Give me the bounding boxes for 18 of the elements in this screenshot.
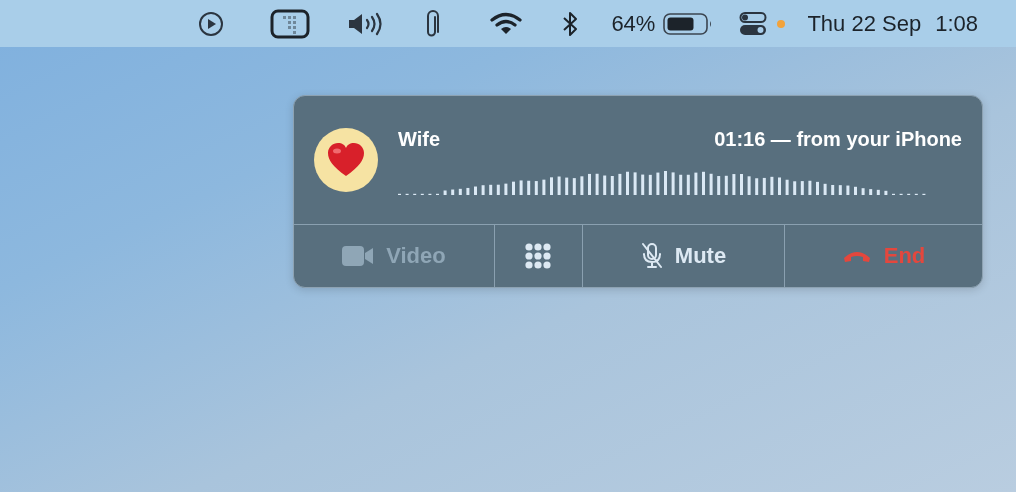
paperclip-icon[interactable] <box>425 8 442 39</box>
control-center-icon[interactable] <box>739 9 768 38</box>
grid-icon[interactable] <box>270 8 311 39</box>
keypad-icon <box>525 242 552 270</box>
menu-bar-time[interactable]: 1:08 <box>935 10 978 37</box>
battery-percentage: 64% <box>611 10 656 37</box>
caller-name: Wife <box>398 128 441 151</box>
bluetooth-icon[interactable] <box>561 9 580 38</box>
video-camera-icon <box>342 246 375 266</box>
wifi-icon[interactable] <box>489 10 524 37</box>
battery-icon[interactable] <box>663 11 714 36</box>
muted-microphone-icon <box>640 242 663 270</box>
play-icon[interactable] <box>198 10 225 37</box>
heart-icon <box>327 143 365 177</box>
end-call-icon <box>841 249 872 263</box>
mute-button[interactable]: Mute <box>582 225 784 287</box>
menu-bar-date[interactable]: Thu 22 Sep <box>807 10 922 37</box>
call-status: 01:16 — from your iPhone <box>714 128 962 151</box>
